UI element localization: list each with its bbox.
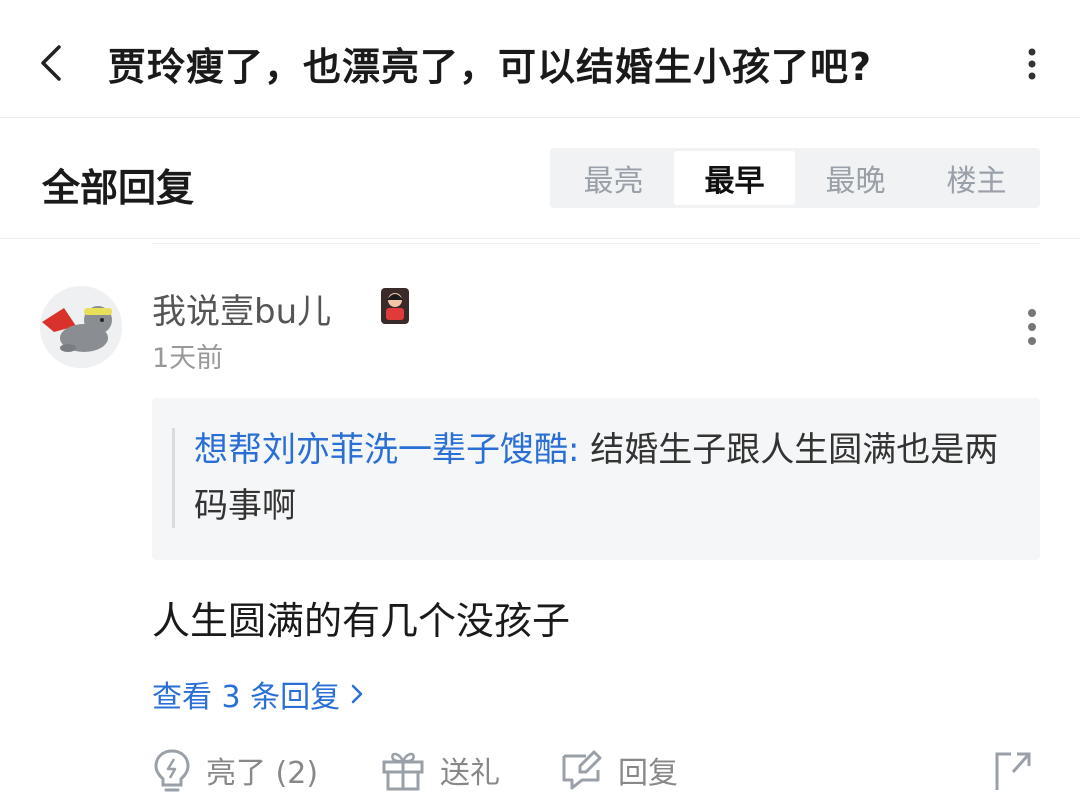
tab-latest[interactable]: 最晚 [795, 151, 916, 205]
more-options-button[interactable] [1012, 40, 1052, 88]
reply-edit-icon [562, 750, 602, 790]
reply-button[interactable]: 回复 [558, 740, 678, 800]
quote-author-link[interactable]: 想帮刘亦菲洗一辈子馊酷: [194, 430, 579, 470]
view-replies-link[interactable]: 查看 3 条回复 [152, 672, 364, 716]
more-vertical-icon [1028, 309, 1036, 345]
avatar[interactable] [40, 286, 122, 368]
quote-text: 想帮刘亦菲洗一辈子馊酷: 结婚生子跟人生圆满也是两码事啊 [194, 422, 1014, 534]
more-vertical-icon [1028, 48, 1036, 80]
post-time: 1天前 [152, 343, 224, 374]
view-replies-label: 查看 3 条回复 [152, 680, 341, 715]
replies-title: 全部回复 [42, 166, 195, 210]
top-bar: 贾玲瘦了，也漂亮了，可以结婚生小孩了吧? [0, 0, 1080, 118]
share-icon [995, 752, 1031, 790]
chevron-right-icon [351, 684, 363, 704]
user-badge-icon [378, 286, 412, 326]
gift-button[interactable]: 送礼 [380, 740, 500, 800]
share-button[interactable] [988, 740, 1038, 800]
gift-icon [382, 752, 424, 791]
tab-earliest[interactable]: 最早 [674, 151, 795, 205]
back-button[interactable] [28, 38, 72, 88]
comment-actions: 亮了 (2) 送礼 回复 [152, 740, 1052, 800]
comment-body: 人生圆满的有几个没孩子 [152, 599, 571, 643]
quoted-reply: 想帮刘亦菲洗一辈子馊酷: 结婚生子跟人生圆满也是两码事啊 [152, 398, 1040, 560]
lightbulb-icon [154, 749, 190, 792]
page-title: 贾玲瘦了，也漂亮了，可以结婚生小孩了吧? [108, 45, 873, 89]
avatar-image [40, 286, 122, 368]
comment-more-button[interactable] [1012, 302, 1052, 352]
tab-brightest[interactable]: 最亮 [553, 151, 674, 205]
username[interactable]: 我说壹bu儿 [152, 284, 331, 333]
back-arrow-icon [41, 45, 61, 81]
like-label: 亮了 (2) [206, 756, 319, 791]
reply-label: 回复 [618, 756, 678, 791]
tab-op-only[interactable]: 楼主 [916, 151, 1037, 205]
replies-header: 全部回复 最亮 最早 最晚 楼主 [0, 119, 1080, 239]
sort-tabs: 最亮 最早 最晚 楼主 [550, 148, 1040, 208]
quote-bar [172, 428, 175, 528]
gift-label: 送礼 [440, 756, 500, 791]
divider [152, 243, 1040, 244]
like-button[interactable]: 亮了 (2) [152, 740, 318, 800]
